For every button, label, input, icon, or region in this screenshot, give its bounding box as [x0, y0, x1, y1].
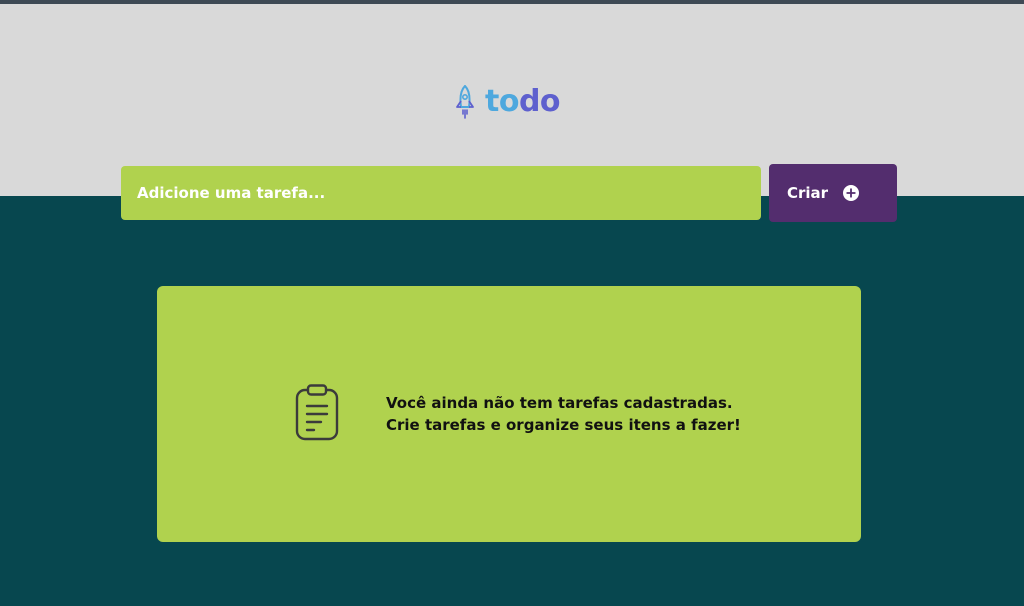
create-task-button[interactable]: Criar	[769, 164, 897, 222]
logo-text: todo	[485, 84, 561, 120]
empty-state-card: Você ainda não tem tarefas cadastradas. …	[157, 286, 861, 542]
logo: todo	[454, 84, 561, 120]
rocket-icon	[456, 85, 474, 119]
logo-text-part1: to	[485, 84, 519, 119]
empty-state-line-2: Crie tarefas e organize seus itens a faz…	[386, 416, 741, 434]
logo-text-part2: do	[518, 84, 561, 119]
plus-circle-icon	[843, 185, 860, 201]
new-task-input[interactable]	[121, 166, 761, 220]
clipboard-icon	[295, 384, 339, 441]
empty-state-line-1: Você ainda não tem tarefas cadastradas.	[386, 394, 733, 412]
create-button-label: Criar	[787, 184, 829, 202]
empty-state-message: Você ainda não tem tarefas cadastradas. …	[386, 392, 741, 436]
